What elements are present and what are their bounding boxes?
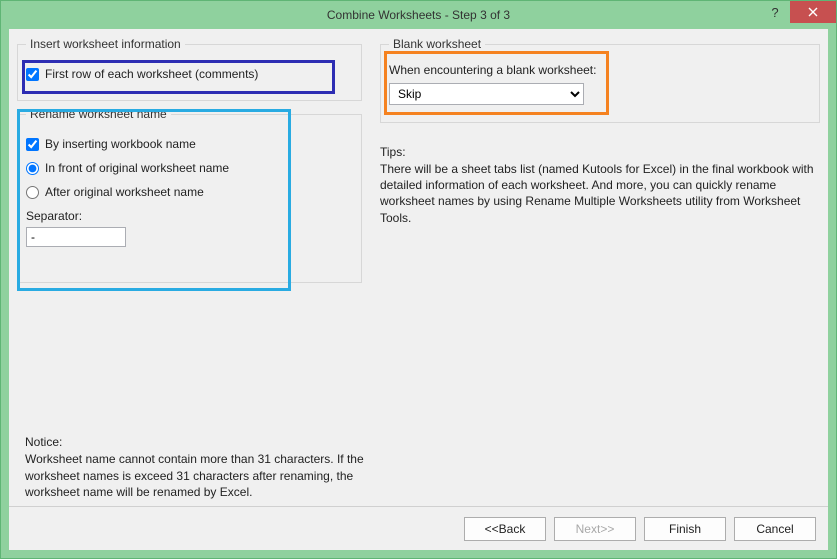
titlebar: Combine Worksheets - Step 3 of 3 ? — [1, 1, 836, 29]
dialog-content: Insert worksheet information First row o… — [9, 29, 828, 550]
window-title: Combine Worksheets - Step 3 of 3 — [327, 8, 510, 22]
radio-after-label: After original worksheet name — [45, 185, 204, 199]
rename-group: Rename worksheet name By inserting workb… — [17, 107, 362, 283]
dialog-window: Combine Worksheets - Step 3 of 3 ? Inser… — [0, 0, 837, 559]
notice-block: Notice: Worksheet name cannot contain mo… — [25, 434, 365, 500]
radio-after-row[interactable]: After original worksheet name — [26, 185, 353, 199]
first-row-checkbox[interactable] — [26, 68, 39, 81]
button-bar: <<Back Next>> Finish Cancel — [9, 506, 828, 550]
tips-body: There will be a sheet tabs list (named K… — [380, 161, 820, 226]
blank-worksheet-group: Blank worksheet When encountering a blan… — [380, 37, 820, 123]
separator-input[interactable] — [26, 227, 126, 247]
blank-legend: Blank worksheet — [389, 37, 485, 51]
left-column: Insert worksheet information First row o… — [17, 37, 362, 506]
titlebar-controls: ? — [760, 1, 836, 23]
blank-label: When encountering a blank worksheet: — [389, 63, 811, 77]
notice-title: Notice: — [25, 434, 365, 450]
notice-body: Worksheet name cannot contain more than … — [25, 451, 365, 500]
radio-front-label: In front of original worksheet name — [45, 161, 229, 175]
back-button[interactable]: <<Back — [464, 517, 546, 541]
next-button: Next>> — [554, 517, 636, 541]
insert-info-legend: Insert worksheet information — [26, 37, 185, 51]
by-inserting-row[interactable]: By inserting workbook name — [26, 137, 353, 151]
close-button[interactable] — [790, 1, 836, 23]
help-button[interactable]: ? — [760, 1, 790, 23]
by-inserting-checkbox[interactable] — [26, 138, 39, 151]
first-row-checkbox-row[interactable]: First row of each worksheet (comments) — [26, 67, 353, 81]
first-row-checkbox-label: First row of each worksheet (comments) — [45, 67, 258, 81]
by-inserting-label: By inserting workbook name — [45, 137, 196, 151]
insert-info-group: Insert worksheet information First row o… — [17, 37, 362, 101]
blank-action-select[interactable]: Skip — [389, 83, 584, 105]
finish-button[interactable]: Finish — [644, 517, 726, 541]
radio-after[interactable] — [26, 186, 39, 199]
radio-front-row[interactable]: In front of original worksheet name — [26, 161, 353, 175]
right-column: Blank worksheet When encountering a blan… — [380, 37, 820, 506]
rename-legend: Rename worksheet name — [26, 107, 171, 121]
tips-title: Tips: — [380, 145, 820, 159]
radio-front[interactable] — [26, 162, 39, 175]
cancel-button[interactable]: Cancel — [734, 517, 816, 541]
columns: Insert worksheet information First row o… — [9, 29, 828, 506]
close-icon — [808, 7, 818, 17]
blank-select-wrap: Skip — [389, 83, 584, 105]
separator-label: Separator: — [26, 209, 353, 223]
